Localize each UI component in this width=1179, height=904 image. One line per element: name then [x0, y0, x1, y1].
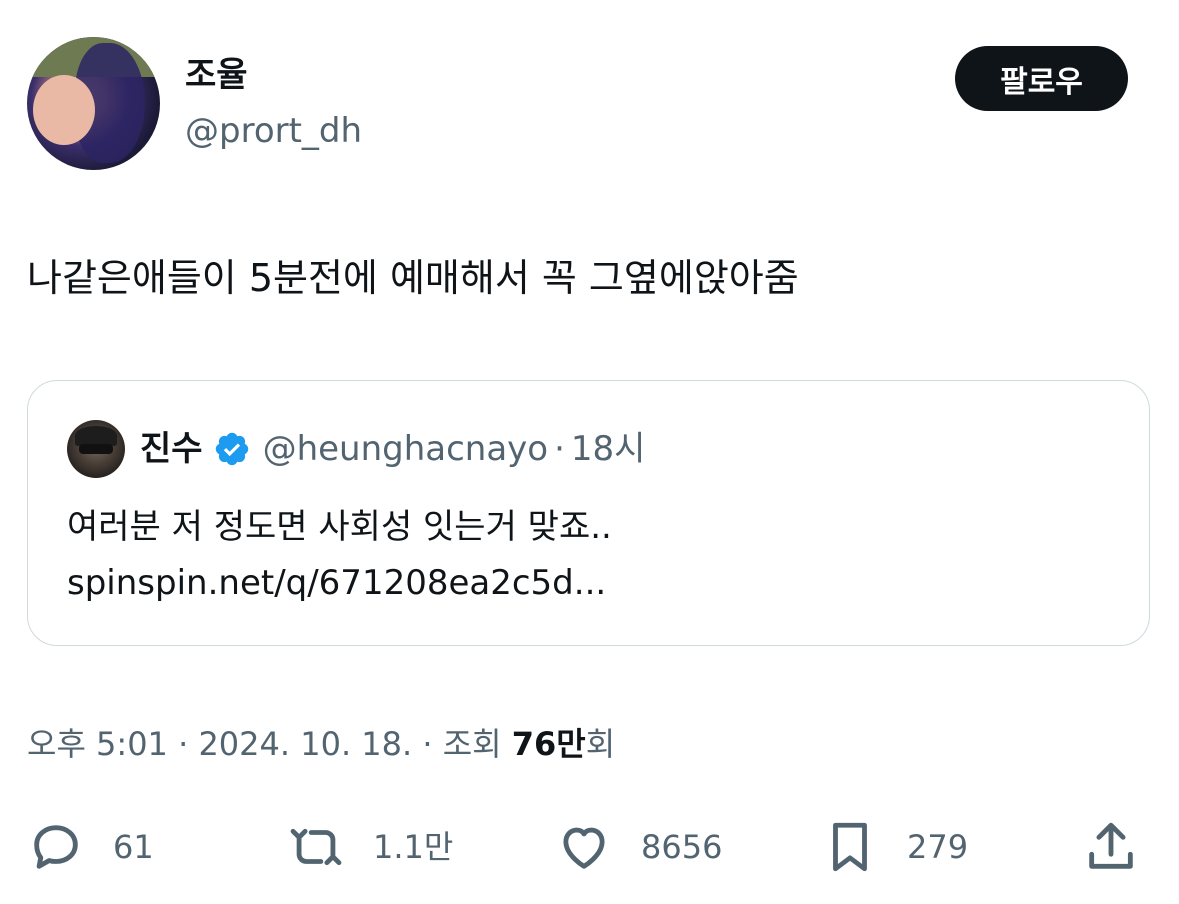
bookmark-icon: [833, 822, 867, 872]
follow-button[interactable]: 팔로우: [955, 46, 1128, 111]
quoted-author-handle[interactable]: @heunghacnayo: [263, 425, 549, 473]
quoted-tweet-card[interactable]: 진수 @heunghacnayo · 18시 여러분 저 정도면 사회성 잇는거…: [27, 380, 1150, 646]
bookmark-count: 279: [907, 828, 969, 866]
author-avatar[interactable]: [27, 37, 160, 170]
reply-count: 61: [113, 828, 154, 866]
retweet-button[interactable]: 1.1만: [287, 818, 453, 876]
meta-separator: ·: [178, 725, 189, 763]
reply-button[interactable]: 61: [27, 818, 154, 876]
quoted-author-avatar[interactable]: [67, 420, 125, 478]
avatar-glasses: [79, 444, 113, 454]
tweet-meta: 오후 5:01 · 2024. 10. 18. · 조회 76만회: [27, 720, 615, 768]
quoted-tweet-text: 여러분 저 정도면 사회성 잇는거 맞죠..: [67, 507, 612, 547]
separator-dot: ·: [554, 429, 565, 469]
quoted-tweet-header: 진수 @heunghacnayo · 18시: [140, 425, 645, 473]
views-label: 조회: [442, 725, 502, 763]
share-button[interactable]: [1082, 818, 1140, 876]
meta-separator: ·: [422, 725, 433, 763]
quoted-tweet-time[interactable]: 18시: [571, 425, 646, 473]
tweet-time[interactable]: 오후 5:01: [27, 725, 168, 763]
quoted-tweet-body: 여러분 저 정도면 사회성 잇는거 맞죠.. spinspin.net/q/67…: [67, 499, 612, 611]
retweet-icon: [290, 828, 342, 866]
verified-badge-icon: [215, 432, 248, 466]
retweet-count: 1.1만: [373, 828, 454, 866]
quoted-tweet-link[interactable]: spinspin.net/q/671208ea2c5d...: [67, 563, 606, 603]
share-icon: [1089, 822, 1133, 869]
views-suffix: 회: [585, 725, 616, 763]
quoted-author-name[interactable]: 진수: [140, 425, 203, 473]
bookmark-button[interactable]: 279: [821, 818, 968, 876]
reply-icon: [34, 825, 78, 869]
avatar-cap: [75, 426, 117, 446]
heart-icon: [563, 827, 605, 869]
author-handle[interactable]: @prort_dh: [185, 110, 362, 152]
like-button[interactable]: 8656: [555, 818, 722, 876]
like-count: 8656: [641, 828, 723, 866]
author-display-name[interactable]: 조율: [185, 55, 248, 95]
avatar-face: [33, 75, 95, 145]
tweet-date[interactable]: 2024. 10. 18.: [198, 725, 412, 763]
views-count: 76만: [511, 725, 586, 763]
tweet-text: 나같은애들이 5분전에 예매해서 꼭 그옆에앉아줌: [27, 256, 799, 300]
